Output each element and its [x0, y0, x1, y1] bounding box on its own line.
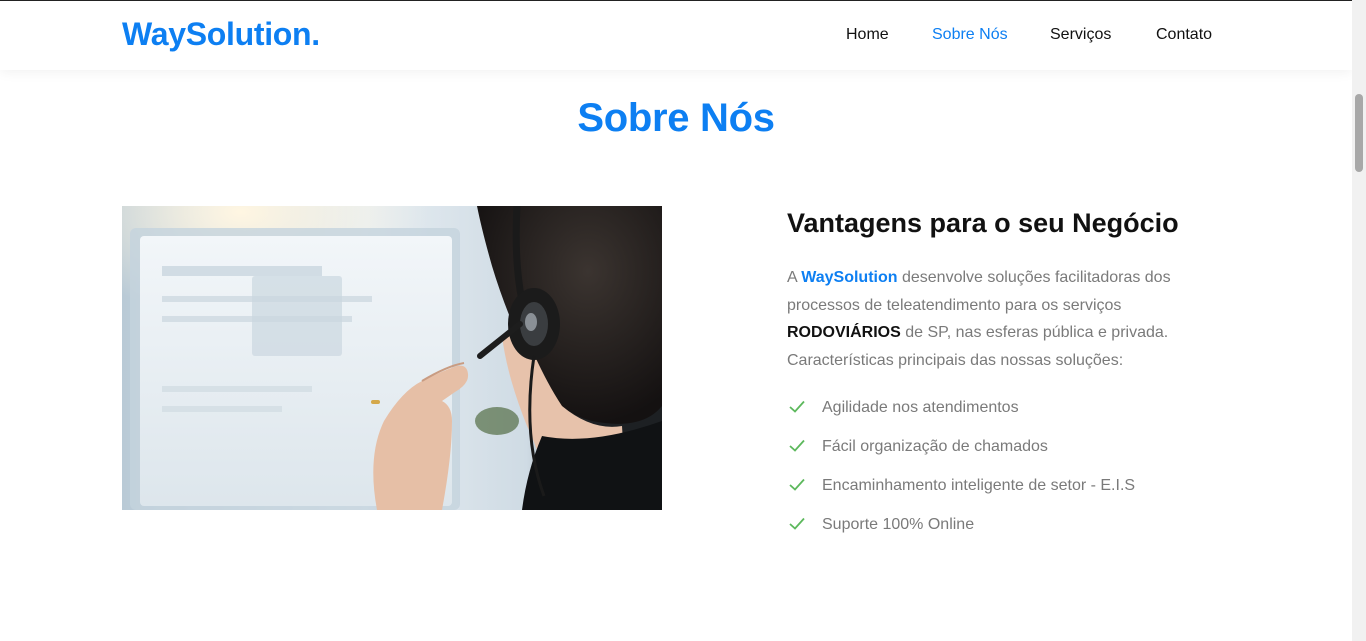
features-list: Agilidade nos atendimentos Fácil organiz… [787, 394, 1135, 550]
feature-label: Suporte 100% Online [822, 516, 975, 533]
check-icon [789, 478, 805, 491]
site-logo[interactable]: WaySolution. [122, 16, 320, 53]
page: WaySolution. Home Sobre Nós Serviços Con… [0, 0, 1352, 641]
feature-item: Fácil organização de chamados [787, 433, 1135, 472]
paragraph-text: A [787, 269, 802, 286]
section-subtitle: Vantagens para o seu Negócio [787, 208, 1179, 238]
page-scrollbar[interactable] [1352, 0, 1366, 641]
section-title: Sobre Nós [577, 96, 775, 140]
photo-illustration [122, 206, 662, 510]
site-header: WaySolution. Home Sobre Nós Serviços Con… [0, 0, 1352, 70]
about-paragraph: A WaySolution desenvolve soluções facili… [787, 264, 1239, 374]
scrollbar-thumb[interactable] [1355, 94, 1363, 172]
feature-label: Agilidade nos atendimentos [822, 399, 1019, 416]
feature-item: Encaminhamento inteligente de setor - E.… [787, 472, 1135, 511]
highlight-text: RODOVIÁRIOS [787, 324, 901, 341]
feature-item: Agilidade nos atendimentos [787, 394, 1135, 433]
feature-label: Encaminhamento inteligente de setor - E.… [822, 477, 1136, 494]
check-icon [789, 517, 805, 530]
nav-home[interactable]: Home [846, 26, 889, 44]
feature-label: Fácil organização de chamados [822, 438, 1048, 455]
brand-name: WaySolution [801, 269, 898, 286]
nav-sobre-nos[interactable]: Sobre Nós [932, 26, 1008, 44]
call-center-photo [122, 206, 662, 510]
nav-servicos[interactable]: Serviços [1050, 26, 1111, 44]
check-icon [789, 439, 805, 452]
feature-item: Suporte 100% Online [787, 511, 1135, 550]
nav-contato[interactable]: Contato [1156, 26, 1212, 44]
check-icon [789, 400, 805, 413]
